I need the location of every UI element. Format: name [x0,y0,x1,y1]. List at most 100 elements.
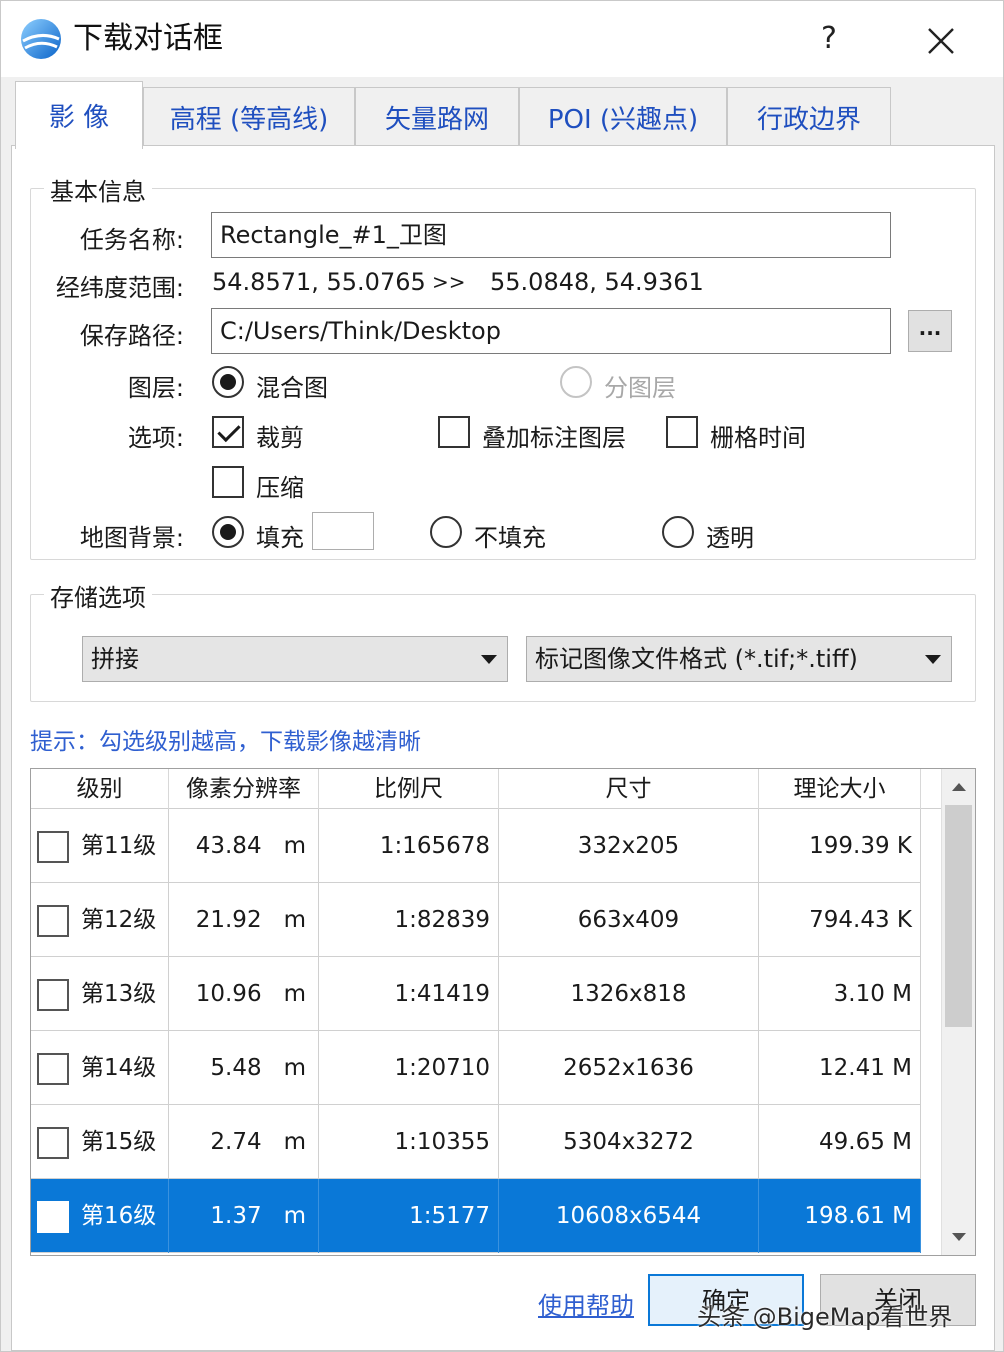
download-dialog: 下载对话框 ? 影 像 高程 (等高线) 矢量路网 POI (兴趣点) 行政边界… [0,0,1004,1352]
browse-button[interactable]: ... [908,310,952,352]
fill-color-swatch[interactable] [312,512,374,550]
tab-imagery[interactable]: 影 像 [15,81,143,149]
range-arrow: >> [432,270,466,294]
tab-poi[interactable]: POI (兴趣点) [519,87,727,147]
cell-size: 1326x818 [499,957,759,1031]
crop-checkbox[interactable] [212,416,244,448]
cell-size: 10608x6544 [499,1179,759,1253]
cell-filesize: 3.10 M [759,957,921,1031]
table-row[interactable]: 第15级 2.74 m 1:10355 5304x3272 49.65 M [31,1105,921,1179]
tab-admin-boundary[interactable]: 行政边界 [727,87,891,147]
cell-filesize: 199.39 K [759,809,921,883]
file-format-select[interactable]: 标记图像文件格式 (*.tif;*.tiff) [526,636,952,682]
cell-filesize: 794.43 K [759,883,921,957]
cell-scale: 1:165678 [319,809,499,883]
globe-app-icon [21,19,61,59]
basic-info-title: 基本信息 [44,172,152,207]
cell-size: 663x409 [499,883,759,957]
compress-checkbox[interactable] [212,466,244,498]
cell-scale: 1:5177 [319,1179,499,1253]
bg-transparent-label: 透明 [706,524,754,552]
scroll-up-icon[interactable] [942,771,975,803]
tab-road-network[interactable]: 矢量路网 [355,87,519,147]
resolution-value: 10.96 [195,981,262,1007]
cell-resolution: 21.92 m [169,883,319,957]
compress-label: 压缩 [256,474,304,502]
resolution-value: 1.37 [210,1203,262,1229]
cell-resolution: 2.74 m [169,1105,319,1179]
grid-time-checkbox[interactable] [666,416,698,448]
cell-resolution: 10.96 m [169,957,319,1031]
cell-filesize: 12.41 M [759,1031,921,1105]
bg-fill-radio[interactable] [212,516,244,548]
table-row[interactable]: 第16级 1.37 m 1:5177 10608x6544 198.61 M [31,1179,921,1253]
resolution-value: 5.48 [210,1055,262,1081]
range-to: 55.0848, 54.9361 [490,268,704,296]
col-scale-header[interactable]: 比例尺 [319,769,499,809]
col-size-header[interactable]: 尺寸 [499,769,759,809]
cell-resolution: 43.84 m [169,809,319,883]
options-label: 选项: [127,424,184,452]
window-title: 下载对话框 [73,21,223,56]
cell-scale: 1:82839 [319,883,499,957]
level-table: 级别 像素分辨率 比例尺 尺寸 理论大小 第11级 43.84 m 1:165678 3… [30,768,976,1256]
resolution-value: 43.84 [195,833,262,859]
storage-mode-value: 拼接 [91,645,139,673]
task-name-label: 任务名称: [79,226,184,254]
help-button[interactable]: ? [807,15,851,63]
cell-resolution: 5.48 m [169,1031,319,1105]
layer-split-label: 分图层 [604,374,676,402]
layer-mixed-radio[interactable] [212,366,244,398]
cell-scale: 1:41419 [319,957,499,1031]
scroll-down-icon[interactable] [942,1221,975,1253]
col-resolution-header[interactable]: 像素分辨率 [169,769,319,809]
bg-nofill-radio[interactable] [430,516,462,548]
cell-resolution: 1.37 m [169,1179,319,1253]
storage-mode-select[interactable]: 拼接 [82,636,508,682]
col-filesize-header[interactable]: 理论大小 [759,769,921,809]
resolution-unit: m [283,981,306,1007]
table-row[interactable]: 第13级 10.96 m 1:41419 1326x818 3.10 M [31,957,921,1031]
tab-elevation[interactable]: 高程 (等高线) [143,87,355,147]
table-scrollbar[interactable] [941,769,975,1255]
hint-text: 提示：勾选级别越高，下载影像越清晰 [30,729,421,755]
file-format-value: 标记图像文件格式 (*.tif;*.tiff) [535,645,858,673]
overlay-annotation-checkbox[interactable] [438,416,470,448]
table-row[interactable]: 第12级 21.92 m 1:82839 663x409 794.43 K [31,883,921,957]
close-icon[interactable] [919,19,963,63]
layer-label: 图层: [127,374,184,402]
layer-mixed-label: 混合图 [256,374,328,402]
table-header: 级别 像素分辨率 比例尺 尺寸 理论大小 [31,769,941,809]
table-row[interactable]: 第11级 43.84 m 1:165678 332x205 199.39 K [31,809,921,883]
row-checkbox[interactable] [37,1127,69,1159]
save-path-input[interactable]: C:/Users/Think/Desktop [211,308,891,354]
resolution-unit: m [283,1055,306,1081]
row-checkbox[interactable] [37,905,69,937]
col-level-header[interactable]: 级别 [31,769,169,809]
grid-time-label: 栅格时间 [710,424,806,452]
cell-scale: 1:10355 [319,1105,499,1179]
row-checkbox[interactable] [37,1201,69,1233]
resolution-unit: m [283,1203,306,1229]
cell-filesize: 49.65 M [759,1105,921,1179]
table-row[interactable]: 第14级 5.48 m 1:20710 2652x1636 12.41 M [31,1031,921,1105]
row-checkbox[interactable] [37,831,69,863]
save-path-label: 保存路径: [79,322,184,350]
watermark: 头条 @BigeMap看世界 [697,1303,953,1331]
row-checkbox[interactable] [37,1053,69,1085]
bg-transparent-radio[interactable] [662,516,694,548]
resolution-unit: m [283,833,306,859]
scrollbar-thumb[interactable] [945,805,972,1027]
tab-panel-imagery: 基本信息 任务名称: Rectangle_#1_卫图 经纬度范围: 54.857… [11,145,995,1351]
help-link[interactable]: 使用帮助 [538,1286,634,1321]
storage-options-title: 存储选项 [44,578,152,613]
row-checkbox[interactable] [37,979,69,1011]
resolution-unit: m [283,907,306,933]
cell-size: 2652x1636 [499,1031,759,1105]
task-name-input[interactable]: Rectangle_#1_卫图 [211,212,891,258]
chevron-down-icon [925,655,941,664]
resolution-value: 2.74 [210,1129,262,1155]
cell-size: 332x205 [499,809,759,883]
cell-size: 5304x3272 [499,1105,759,1179]
cell-filesize: 198.61 M [759,1179,921,1253]
